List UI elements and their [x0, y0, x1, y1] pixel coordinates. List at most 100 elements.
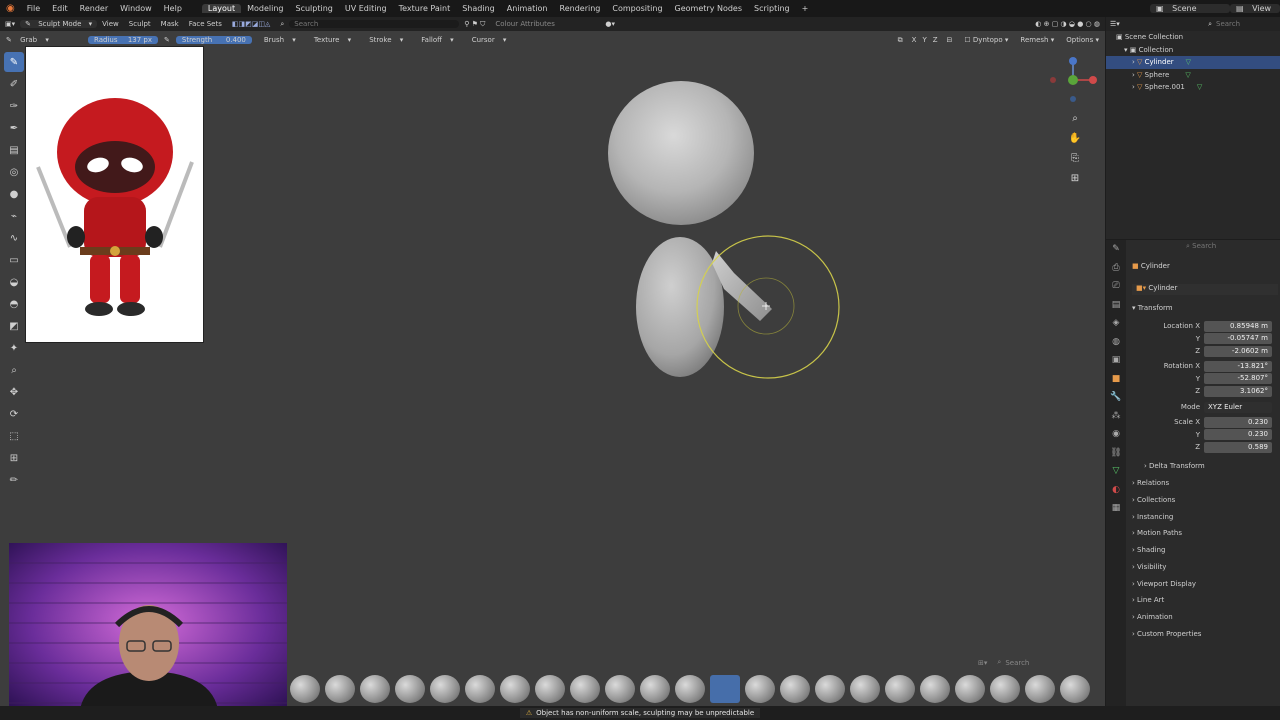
- outliner-item-cylinder[interactable]: › ▽ Cylinder ▽: [1106, 56, 1280, 69]
- axis-x-icon[interactable]: [1089, 76, 1097, 84]
- scale-tool-icon[interactable]: ⬚: [4, 426, 24, 446]
- menu-help[interactable]: Help: [158, 4, 188, 13]
- cursor-menu[interactable]: Cursor ▾: [460, 36, 513, 44]
- brush-thumbnail[interactable]: [850, 675, 880, 703]
- tool-tab-icon[interactable]: ✎: [1106, 240, 1126, 259]
- add-workspace-button[interactable]: +: [796, 4, 815, 13]
- menu-mask[interactable]: Mask: [156, 20, 184, 28]
- rotation-x-field[interactable]: -13.821°: [1204, 360, 1272, 372]
- scene-collection-row[interactable]: ▣ Scene Collection: [1106, 31, 1280, 44]
- brush-thumbnail[interactable]: [640, 675, 670, 703]
- brush-thumbnail[interactable]: [500, 675, 530, 703]
- outliner-item-sphere[interactable]: › ▽ Sphere ▽: [1106, 69, 1280, 82]
- viewport-shading-icons[interactable]: ◐ ⊕ ▢ ◑ ◒ ● ○ ◍: [1030, 20, 1105, 28]
- rotate-tool-icon[interactable]: ⟳: [4, 404, 24, 424]
- section-collections[interactable]: › Collections: [1132, 496, 1175, 504]
- brush-menu[interactable]: Brush ▾: [252, 36, 302, 44]
- location-z-field[interactable]: -2.0602 m: [1204, 345, 1272, 357]
- view-layer-selector[interactable]: ▤ View: [1230, 4, 1280, 13]
- zoom-icon[interactable]: ⌕: [1066, 109, 1084, 127]
- symmetry-icon[interactable]: ⧉: [892, 36, 909, 45]
- scene-selector[interactable]: ▣ Scene: [1150, 4, 1230, 13]
- filter-icon[interactable]: ⚲ ⚑ ⛉: [459, 20, 490, 29]
- tab-texture-paint[interactable]: Texture Paint: [393, 4, 457, 13]
- axis-y-icon[interactable]: [1068, 75, 1078, 85]
- tab-modeling[interactable]: Modeling: [241, 4, 289, 13]
- falloff-menu[interactable]: Falloff ▾: [409, 36, 459, 44]
- axis-y-toggle[interactable]: Y: [919, 36, 929, 44]
- brush-selector[interactable]: ✎ Grab ▾: [0, 36, 88, 44]
- brush-thumbnail-grab-active[interactable]: [710, 675, 740, 703]
- clay-tool-icon[interactable]: ✑: [4, 96, 24, 116]
- outliner-item-sphere-001[interactable]: › ▽ Sphere.001 ▽: [1106, 81, 1280, 94]
- brush-thumbnail[interactable]: [780, 675, 810, 703]
- editor-type-icon[interactable]: ▣▾: [0, 20, 20, 28]
- section-animation[interactable]: › Animation: [1132, 613, 1173, 621]
- stroke-menu[interactable]: Stroke ▾: [357, 36, 409, 44]
- inflate-tool-icon[interactable]: ◎: [4, 162, 24, 182]
- rotation-z-field[interactable]: 3.1062°: [1204, 385, 1272, 397]
- section-visibility[interactable]: › Visibility: [1132, 563, 1166, 571]
- tab-geometry-nodes[interactable]: Geometry Nodes: [669, 4, 748, 13]
- brush-thumbnail[interactable]: [815, 675, 845, 703]
- scrape-tool-icon[interactable]: ◓: [4, 294, 24, 314]
- section-relations[interactable]: › Relations: [1132, 479, 1169, 487]
- axis-z-toggle[interactable]: Z: [930, 36, 941, 44]
- menu-file[interactable]: File: [21, 4, 46, 13]
- smooth-tool-icon[interactable]: ∿: [4, 228, 24, 248]
- scale-x-field[interactable]: 0.230: [1204, 416, 1272, 428]
- draw-brush-tool-icon[interactable]: ✎: [4, 52, 24, 72]
- symmetry-options-icon[interactable]: ⊟: [941, 36, 959, 44]
- multiplane-scrape-tool-icon[interactable]: ◩: [4, 316, 24, 336]
- menu-view[interactable]: View: [97, 20, 124, 28]
- view-layer-tab-icon[interactable]: ▤: [1106, 296, 1126, 315]
- section-viewport-display[interactable]: › Viewport Display: [1132, 580, 1196, 588]
- object-tab-icon[interactable]: ■: [1106, 370, 1126, 389]
- pen-pressure-icon[interactable]: ✎: [158, 36, 176, 44]
- menu-window[interactable]: Window: [114, 4, 158, 13]
- tab-scripting[interactable]: Scripting: [748, 4, 796, 13]
- mode-selector[interactable]: ✎ Sculpt Mode ▾: [20, 20, 98, 28]
- selection-mode-icons[interactable]: ◧◨◩◪◫◬: [227, 20, 275, 28]
- brush-thumbnail[interactable]: [465, 675, 495, 703]
- brush-thumbnail[interactable]: [955, 675, 985, 703]
- section-motion-paths[interactable]: › Motion Paths: [1132, 529, 1182, 537]
- axis-z-icon[interactable]: [1069, 57, 1077, 65]
- collection-tab-icon[interactable]: ▣: [1106, 351, 1126, 370]
- section-shading[interactable]: › Shading: [1132, 546, 1165, 554]
- brush-thumbnail[interactable]: [605, 675, 635, 703]
- brush-thumbnail[interactable]: [535, 675, 565, 703]
- dot-icon[interactable]: ●▾: [600, 20, 620, 28]
- fill-tool-icon[interactable]: ◒: [4, 272, 24, 292]
- draw-sharp-tool-icon[interactable]: ✐: [4, 74, 24, 94]
- axis-x-toggle[interactable]: X: [909, 36, 920, 44]
- tab-rendering[interactable]: Rendering: [554, 4, 607, 13]
- dyntopo-checkbox[interactable]: ☐ Dyntopo ▾: [958, 36, 1014, 44]
- brush-thumbnail[interactable]: [395, 675, 425, 703]
- tab-sculpting[interactable]: Sculpting: [290, 4, 339, 13]
- clay-strips-tool-icon[interactable]: ✒: [4, 118, 24, 138]
- brush-thumbnail[interactable]: [360, 675, 390, 703]
- texture-tab-icon[interactable]: ▦: [1106, 499, 1126, 518]
- radius-field[interactable]: Radius 137 px: [88, 36, 158, 44]
- properties-search[interactable]: ⌕ Search: [1186, 242, 1216, 251]
- location-y-field[interactable]: -0.05747 m: [1204, 333, 1272, 344]
- menu-render[interactable]: Render: [74, 4, 114, 13]
- pan-hand-icon[interactable]: ✋: [1066, 129, 1084, 147]
- rotation-mode-dropdown[interactable]: XYZ Euler: [1204, 401, 1272, 413]
- data-tab-icon[interactable]: ▽: [1106, 462, 1126, 481]
- scale-z-field[interactable]: 0.589: [1204, 441, 1272, 453]
- brush-thumbnail[interactable]: [1025, 675, 1055, 703]
- output-tab-icon[interactable]: ⎚: [1106, 277, 1126, 296]
- brush-thumbnail[interactable]: [290, 675, 320, 703]
- properties-search-input[interactable]: Search: [1192, 242, 1216, 250]
- brush-thumbnail[interactable]: [920, 675, 950, 703]
- brush-thumbnail[interactable]: [885, 675, 915, 703]
- tab-uv-editing[interactable]: UV Editing: [339, 4, 393, 13]
- location-x-field[interactable]: 0.85948 m: [1204, 320, 1272, 332]
- scene-tab-icon[interactable]: ◈: [1106, 314, 1126, 333]
- physics-tab-icon[interactable]: ◉: [1106, 425, 1126, 444]
- remesh-menu[interactable]: Remesh ▾: [1014, 36, 1060, 44]
- menu-face-sets[interactable]: Face Sets: [184, 20, 227, 28]
- brush-thumbnail[interactable]: [675, 675, 705, 703]
